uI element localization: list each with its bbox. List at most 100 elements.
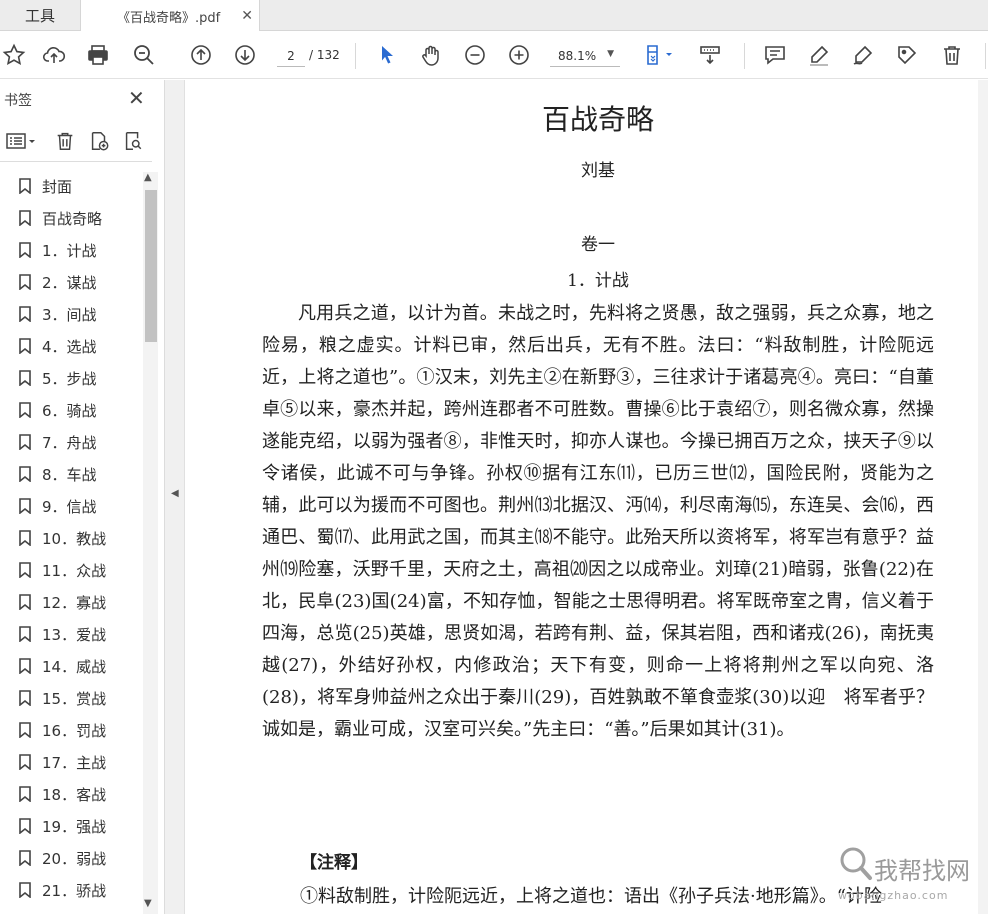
bookmark-icon [19, 562, 31, 578]
bookmark-label: 2．谋战 [42, 273, 97, 292]
bookmark-icon [19, 274, 31, 290]
bookmark-item[interactable]: 2．谋战 [0, 266, 144, 298]
bookmark-item[interactable]: 4．选战 [0, 330, 144, 362]
bookmark-list: 封面 百战奇略 1．计战 2．谋战 3．间战 4．选战 5．步战 6．骑战 7．舟战 8．车战 9．… [0, 170, 144, 914]
comment-icon[interactable] [761, 41, 789, 69]
scroll-mode-icon[interactable] [696, 41, 724, 69]
bookmark-item[interactable]: 封面 [0, 170, 144, 202]
bookmark-item[interactable]: 19．强战 [0, 810, 144, 842]
new-bookmark-icon[interactable] [86, 128, 112, 154]
hand-tool-icon[interactable] [417, 41, 445, 69]
bookmark-item[interactable]: 7．舟战 [0, 426, 144, 458]
bookmark-item[interactable]: 18．客战 [0, 778, 144, 810]
panel-title: 书签 [4, 93, 32, 109]
watermark: 我帮找网 wobangzhao.com [836, 845, 988, 914]
close-tab-icon[interactable]: ✕ [241, 8, 253, 24]
bookmark-label: 5．步战 [42, 369, 97, 388]
chevron-down-icon: ▼ [607, 49, 614, 59]
chevron-up-icon[interactable]: ▲ [144, 172, 152, 183]
bookmark-item[interactable]: 15．赏战 [0, 682, 144, 714]
highlight-pen-icon[interactable] [805, 41, 833, 69]
bookmark-icon [19, 306, 31, 322]
bookmark-label: 12．寡战 [42, 593, 107, 612]
bookmark-star-icon[interactable] [0, 41, 28, 69]
bookmark-icon [19, 850, 31, 866]
bookmark-item[interactable]: 10．教战 [0, 522, 144, 554]
bookmark-item[interactable]: 百战奇略 [0, 202, 144, 234]
bookmark-icon [19, 786, 31, 802]
bookmarks-panel: 书签 ✕ 封面 百战奇略 1．计战 2．谋战 3．间战 4．选战 5．步战 6．骑战 7．舟战 8… [0, 80, 165, 914]
bookmark-item[interactable]: 6．骑战 [0, 394, 144, 426]
bookmark-item[interactable]: 17．主战 [0, 746, 144, 778]
bookmark-label: 14．威战 [42, 657, 107, 676]
previous-page-icon[interactable] [187, 41, 215, 69]
select-cursor-icon[interactable] [373, 41, 401, 69]
bookmark-label: 13．爱战 [42, 625, 107, 644]
bookmark-item[interactable]: 3．间战 [0, 298, 144, 330]
bookmark-item[interactable]: 1．计战 [0, 234, 144, 266]
tab-document[interactable]: 《百战奇略》.pdf ✕ [80, 0, 260, 32]
stamp-icon[interactable] [893, 41, 921, 69]
bookmark-options-icon[interactable] [2, 128, 40, 154]
zoom-value: 88.1% [558, 48, 597, 63]
bookmark-label: 21．骄战 [42, 881, 107, 900]
panel-header: 书签 ✕ [0, 80, 165, 118]
chapter-text: 凡用兵之道，以计为首。未战之时，先料将之贤愚，敌之强弱，兵之众寡，地之险易，粮之… [262, 303, 934, 740]
bookmark-icon [19, 722, 31, 738]
bookmark-label: 1．计战 [42, 241, 97, 260]
toolbar: / 132 88.1% ▼ [0, 31, 988, 79]
bookmark-label: 16．罚战 [42, 721, 107, 740]
chevron-down-icon[interactable]: ▼ [144, 898, 152, 909]
draw-pen-icon[interactable] [849, 41, 877, 69]
bookmark-item[interactable]: 5．步战 [0, 362, 144, 394]
tab-tools[interactable]: 工具 [0, 0, 80, 31]
bookmark-icon [19, 434, 31, 450]
bookmark-icon [19, 210, 31, 226]
next-page-icon[interactable] [231, 41, 259, 69]
find-bookmark-icon[interactable] [120, 128, 146, 154]
notes-heading: 【注释】 [300, 853, 368, 873]
bookmark-item[interactable]: 20．弱战 [0, 842, 144, 874]
bookmark-label: 19．强战 [42, 817, 107, 836]
bookmark-item[interactable]: 14．威战 [0, 650, 144, 682]
bookmark-label: 4．选战 [42, 337, 97, 356]
toolbar-divider [355, 43, 356, 69]
bookmark-item[interactable]: 11．众战 [0, 554, 144, 586]
bookmark-item[interactable]: 21．骄战 [0, 874, 144, 906]
bookmark-label: 8．车战 [42, 465, 97, 484]
bookmark-item[interactable]: 16．罚战 [0, 714, 144, 746]
document-view: 百战奇略 刘基 卷一 1．计战 凡用兵之道，以计为首。未战之时，先料将之贤愚，敌… [186, 80, 988, 914]
bookmark-label: 6．骑战 [42, 401, 97, 420]
bookmark-item[interactable]: 13．爱战 [0, 618, 144, 650]
delete-bookmark-icon[interactable] [52, 128, 78, 154]
bookmark-item[interactable]: 8．车战 [0, 458, 144, 490]
document-author: 刘基 [581, 161, 615, 181]
toolbar-divider [985, 43, 986, 69]
document-scrollbar[interactable] [978, 80, 988, 914]
bookmark-item[interactable]: 12．寡战 [0, 586, 144, 618]
fit-page-icon[interactable] [640, 41, 680, 69]
zoom-select[interactable]: 88.1% ▼ [550, 45, 620, 67]
bookmark-icon [19, 338, 31, 354]
bookmark-icon [19, 594, 31, 610]
bookmark-label: 3．间战 [42, 305, 97, 324]
bookmark-icon [19, 530, 31, 546]
print-icon[interactable] [84, 41, 112, 69]
bookmark-label: 18．客战 [42, 785, 107, 804]
bookmark-icon [19, 498, 31, 514]
bookmark-item[interactable]: 9．信战 [0, 490, 144, 522]
delete-icon[interactable] [938, 41, 966, 69]
cloud-upload-icon[interactable] [40, 41, 68, 69]
close-icon[interactable]: ✕ [128, 86, 145, 110]
panel-splitter[interactable]: ◀ [165, 80, 185, 914]
zoom-in-icon[interactable] [505, 41, 533, 69]
bookmark-scrollbar-thumb[interactable] [145, 190, 157, 342]
document-volume: 卷一 [581, 235, 615, 255]
zoom-out-search-icon[interactable] [130, 41, 158, 69]
page-total: / 132 [309, 48, 340, 62]
bookmark-icon [19, 626, 31, 642]
zoom-out-icon[interactable] [461, 41, 489, 69]
document-title: 百战奇略 [541, 103, 654, 136]
page-number-input[interactable] [277, 45, 305, 67]
collapse-panel-icon[interactable]: ◀ [171, 488, 179, 499]
